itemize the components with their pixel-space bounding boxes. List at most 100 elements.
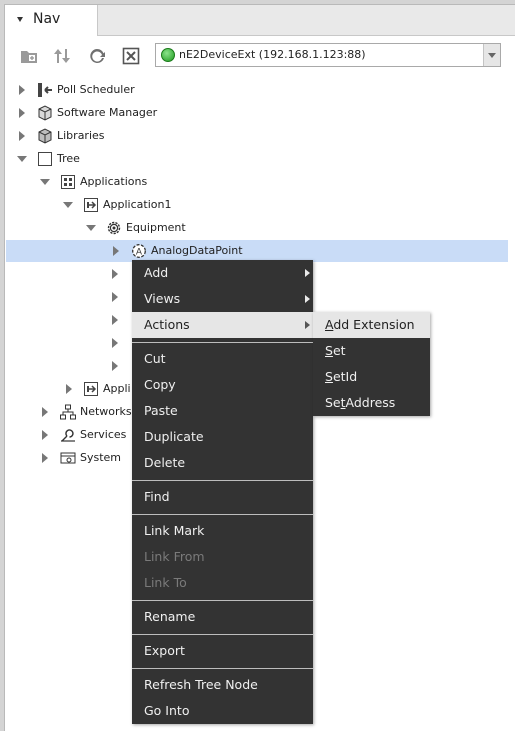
tab-nav[interactable]: Nav [5,5,98,36]
expand-icon[interactable] [19,131,25,141]
svg-text:A: A [136,247,143,257]
submenu-arrow-icon [305,269,310,277]
menu-item-add[interactable]: Add [132,260,313,286]
menu-item-go-into[interactable]: Go Into [132,698,313,724]
submenu-item-set-address[interactable]: SetAddress [313,390,430,416]
application-icon [83,381,99,397]
submenu-item-set[interactable]: Set [313,338,430,364]
expand-icon[interactable] [19,108,25,118]
expand-icon[interactable] [42,453,48,463]
tree-node-label: Services [80,428,127,441]
tree-node-hidden[interactable] [5,332,135,354]
tree-node-poll-scheduler[interactable]: Poll Scheduler [5,79,508,101]
expand-icon[interactable] [112,315,118,325]
tree-node-libraries[interactable]: Libraries [5,125,508,147]
actions-submenu: Add Extension Set SetId SetAddress [313,312,430,416]
gear-icon [106,220,122,236]
station-label: nE2DeviceExt (192.168.1.123:88) [179,48,366,61]
menu-item-label: Actions [144,317,190,332]
menu-item-duplicate[interactable]: Duplicate [132,424,313,450]
collapse-icon[interactable] [86,225,96,231]
tree-node-networks[interactable]: Networks [5,401,135,423]
mnemonic-key: S [325,343,333,358]
submenu-arrow-icon [305,321,310,329]
tree-node-application2[interactable]: Appli [5,378,135,400]
tree-node-hidden[interactable] [5,309,135,331]
collapse-icon[interactable] [40,179,50,185]
tree-node-label: Appli [103,382,131,395]
tree-node-analog-data-point[interactable]: A AnalogDataPoint [6,240,508,262]
services-icon [60,427,76,443]
system-icon [60,450,76,466]
collapse-icon[interactable] [63,202,73,208]
menu-item-cut[interactable]: Cut [132,346,313,372]
tree-node-label: System [80,451,122,464]
menu-item-link-mark[interactable]: Link Mark [132,518,313,544]
submenu-item-set-id[interactable]: SetId [313,364,430,390]
item-text: dd Extension [333,317,415,332]
tree-node-label: Software Manager [57,106,158,119]
tree-node-hidden[interactable] [5,263,135,285]
expand-icon[interactable] [112,361,118,371]
expand-icon[interactable] [112,292,118,302]
applications-folder-icon [60,174,76,190]
tree-node-hidden[interactable] [5,286,135,308]
menu-item-copy[interactable]: Copy [132,372,313,398]
item-text: etId [332,369,358,384]
menu-item-export[interactable]: Export [132,638,313,664]
expand-icon[interactable] [113,246,119,256]
chevron-down-icon[interactable] [483,44,500,66]
tree-node-label: Applications [80,175,148,188]
tree-node-tree[interactable]: Tree [5,148,508,170]
sort-icon[interactable] [52,46,72,66]
expand-icon[interactable] [42,430,48,440]
poll-scheduler-icon [37,82,53,98]
close-icon[interactable] [121,46,141,66]
submenu-arrow-icon [305,295,310,303]
menu-item-actions[interactable]: Actions [132,312,313,338]
nav-toolbar: nE2DeviceExt (192.168.1.123:88) [5,36,515,76]
tree-node-equipment[interactable]: Equipment [5,217,508,239]
tree-node-system[interactable]: System [5,447,135,469]
analog-point-icon: A [131,243,147,259]
menu-item-label: Views [144,291,181,306]
tab-bar: Nav [5,5,515,36]
tree-node-label: Tree [57,152,80,165]
menu-item-rename[interactable]: Rename [132,604,313,630]
tree-node-label: Equipment [126,221,186,234]
item-text: Se [325,395,341,410]
menu-item-refresh-tree-node[interactable]: Refresh Tree Node [132,672,313,698]
tab-nav-label: Nav [33,11,61,27]
menu-item-label: Add [144,265,169,280]
item-text: et [332,343,346,358]
expand-icon[interactable] [112,338,118,348]
tab-menu-arrow-icon[interactable] [17,17,23,22]
menu-separator [132,342,313,343]
tree-node-label: Networks [80,405,132,418]
menu-item-find[interactable]: Find [132,484,313,510]
tree-node-software-manager[interactable]: Software Manager [5,102,508,124]
menu-separator [132,634,313,635]
tree-node-hidden[interactable] [5,355,135,377]
tree-node-label: Poll Scheduler [57,83,135,96]
submenu-item-add-extension[interactable]: Add Extension [313,312,430,338]
menu-item-paste[interactable]: Paste [132,398,313,424]
tree-node-applications[interactable]: Applications [5,171,508,193]
context-menu: Add Views Actions Cut Copy Paste Duplica… [132,260,313,724]
network-icon [60,404,76,420]
refresh-icon[interactable] [87,46,107,66]
expand-icon[interactable] [19,85,25,95]
station-select[interactable]: nE2DeviceExt (192.168.1.123:88) [155,43,501,67]
collapse-icon[interactable] [17,156,27,162]
new-folder-icon[interactable] [19,46,39,66]
menu-item-views[interactable]: Views [132,286,313,312]
tree-node-application1[interactable]: Application1 [5,194,508,216]
expand-icon[interactable] [66,384,72,394]
tree-node-services[interactable]: Services [5,424,135,446]
expand-icon[interactable] [42,407,48,417]
application-icon [83,197,99,213]
library-icon [37,128,53,144]
expand-icon[interactable] [112,269,118,279]
menu-separator [132,668,313,669]
menu-item-delete[interactable]: Delete [132,450,313,476]
